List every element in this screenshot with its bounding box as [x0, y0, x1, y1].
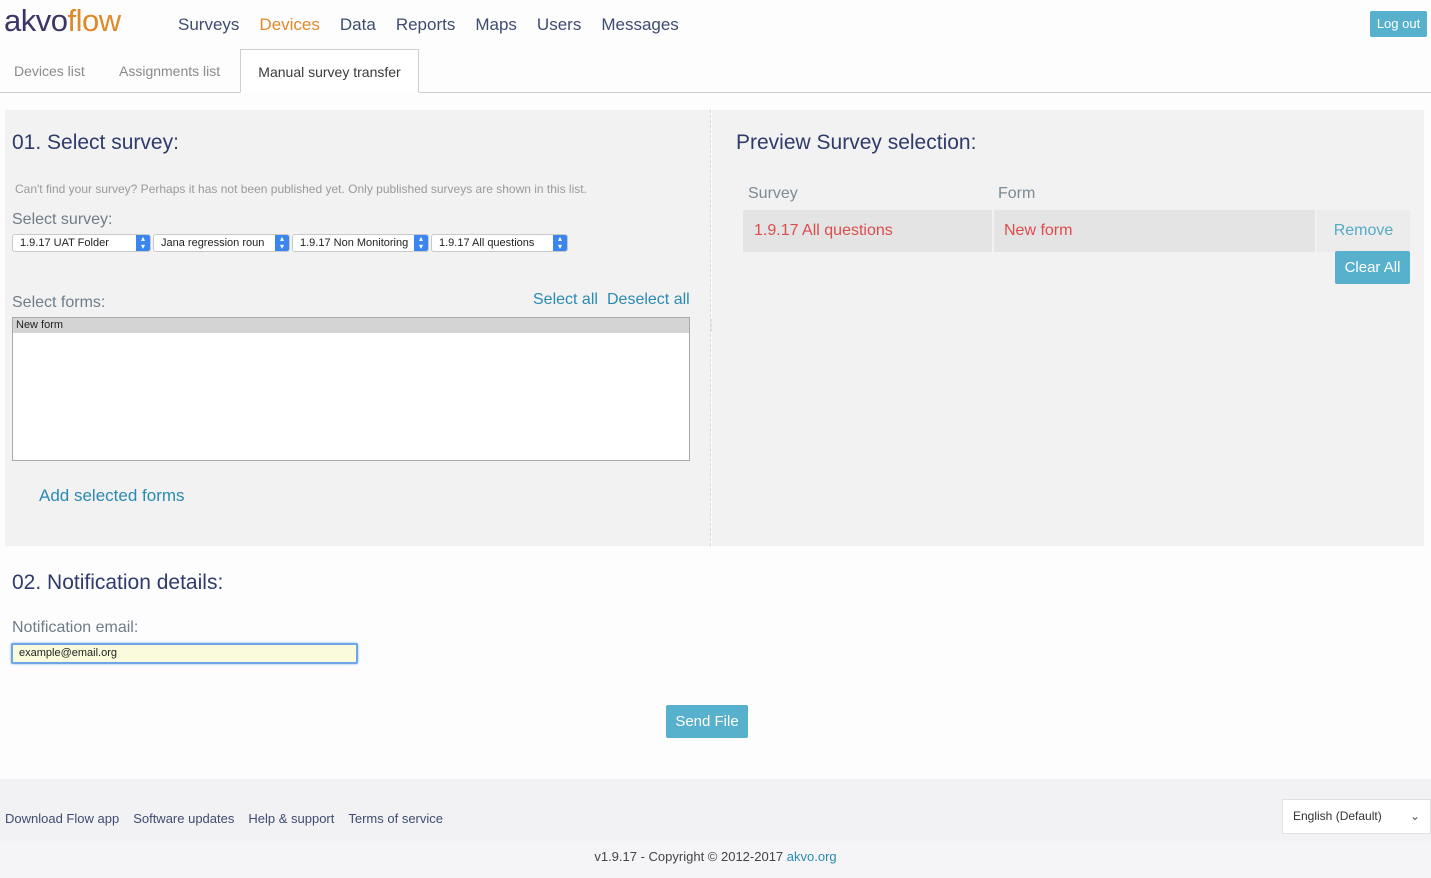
- col-header-form: Form: [998, 185, 1036, 202]
- language-select-value: English (Default): [1293, 809, 1382, 823]
- akvoflow-logo[interactable]: akvoflow: [4, 2, 121, 40]
- folder-select-value: 1.9.17 UAT Folder: [20, 237, 109, 249]
- footer-link-download[interactable]: Download Flow app: [5, 811, 119, 826]
- copyright: v1.9.17 - Copyright © 2012-2017 akvo.org: [0, 849, 1431, 864]
- preview-panel: [712, 110, 1424, 546]
- col-header-survey: Survey: [748, 185, 798, 202]
- logo-part-flow: flow: [67, 3, 121, 38]
- nav-messages[interactable]: Messages: [601, 15, 678, 35]
- nav-users[interactable]: Users: [537, 15, 581, 35]
- tab-manual-survey-transfer[interactable]: Manual survey transfer: [240, 49, 419, 93]
- chevron-down-icon: ⌄: [1409, 809, 1420, 823]
- clear-all-button[interactable]: Clear All: [1335, 251, 1410, 284]
- subfolder-select[interactable]: Jana regression roun ▴ ▾: [153, 234, 290, 252]
- survey-select-value: 1.9.17 All questions: [439, 237, 535, 249]
- nav-data[interactable]: Data: [340, 15, 376, 35]
- remove-button[interactable]: Remove: [1317, 210, 1410, 252]
- main-nav: Surveys Devices Data Reports Maps Users …: [178, 15, 699, 35]
- select-forms-label: Select forms:: [12, 294, 106, 311]
- top-header: akvoflow Surveys Devices Data Reports Ma…: [0, 0, 1431, 50]
- devices-subtabs: Devices list Assignments list Manual sur…: [0, 49, 1431, 93]
- preview-heading: Preview Survey selection:: [736, 131, 977, 154]
- nav-devices[interactable]: Devices: [259, 15, 319, 35]
- copyright-text: v1.9.17 - Copyright © 2012-2017: [594, 849, 784, 864]
- send-file-button[interactable]: Send File: [666, 705, 748, 738]
- select-all-link[interactable]: Select all: [533, 291, 598, 309]
- deselect-all-link[interactable]: Deselect all: [607, 291, 690, 309]
- forms-listbox[interactable]: New form: [12, 317, 690, 461]
- select-survey-heading: 01. Select survey:: [12, 131, 179, 154]
- nav-surveys[interactable]: Surveys: [178, 15, 239, 35]
- akvo-org-link[interactable]: akvo.org: [787, 849, 837, 864]
- language-select[interactable]: English (Default) ⌄: [1282, 799, 1431, 834]
- survey-dropdowns: 1.9.17 UAT Folder ▴ ▾ Jana regression rou…: [12, 234, 570, 252]
- notification-heading: 02. Notification details:: [12, 571, 224, 594]
- add-selected-forms-link[interactable]: Add selected forms: [39, 486, 185, 506]
- nav-maps[interactable]: Maps: [475, 15, 517, 35]
- footer-bar: [0, 779, 1431, 841]
- footer-link-updates[interactable]: Software updates: [133, 811, 234, 826]
- notification-email-field[interactable]: example@email.org: [11, 643, 358, 664]
- logo-part-akvo: akvo: [4, 3, 68, 38]
- tab-devices-list[interactable]: Devices list: [14, 49, 85, 93]
- preview-form-cell: New form: [994, 210, 1315, 252]
- logout-button[interactable]: Log out: [1370, 11, 1427, 37]
- select-arrows-icon: ▴ ▾: [414, 235, 428, 251]
- nav-reports[interactable]: Reports: [396, 15, 456, 35]
- preview-survey-cell: 1.9.17 All questions: [743, 210, 992, 252]
- form-option[interactable]: New form: [13, 318, 689, 333]
- survey-group-select-value: 1.9.17 Non Monitoring: [300, 237, 409, 249]
- survey-group-select[interactable]: 1.9.17 Non Monitoring ▴ ▾: [292, 234, 429, 252]
- tab-assignments-list[interactable]: Assignments list: [119, 49, 220, 93]
- select-arrows-icon: ▴ ▾: [275, 235, 289, 251]
- unpublished-note: Can't find your survey? Perhaps it has n…: [15, 182, 587, 196]
- footer-link-help[interactable]: Help & support: [248, 811, 334, 826]
- subfolder-select-value: Jana regression roun: [161, 237, 265, 249]
- select-survey-label: Select survey:: [12, 211, 113, 228]
- survey-select[interactable]: 1.9.17 All questions ▴ ▾: [431, 234, 568, 252]
- select-arrows-icon: ▴ ▾: [136, 235, 150, 251]
- footer-links: Download Flow app Software updates Help …: [5, 811, 457, 826]
- select-arrows-icon: ▴ ▾: [553, 235, 567, 251]
- footer-link-terms[interactable]: Terms of service: [348, 811, 443, 826]
- folder-select[interactable]: 1.9.17 UAT Folder ▴ ▾: [12, 234, 151, 252]
- preview-row: 1.9.17 All questions New form Remove: [743, 210, 1410, 252]
- notification-email-label: Notification email:: [12, 619, 139, 636]
- footer: Download Flow app Software updates Help …: [0, 779, 1431, 878]
